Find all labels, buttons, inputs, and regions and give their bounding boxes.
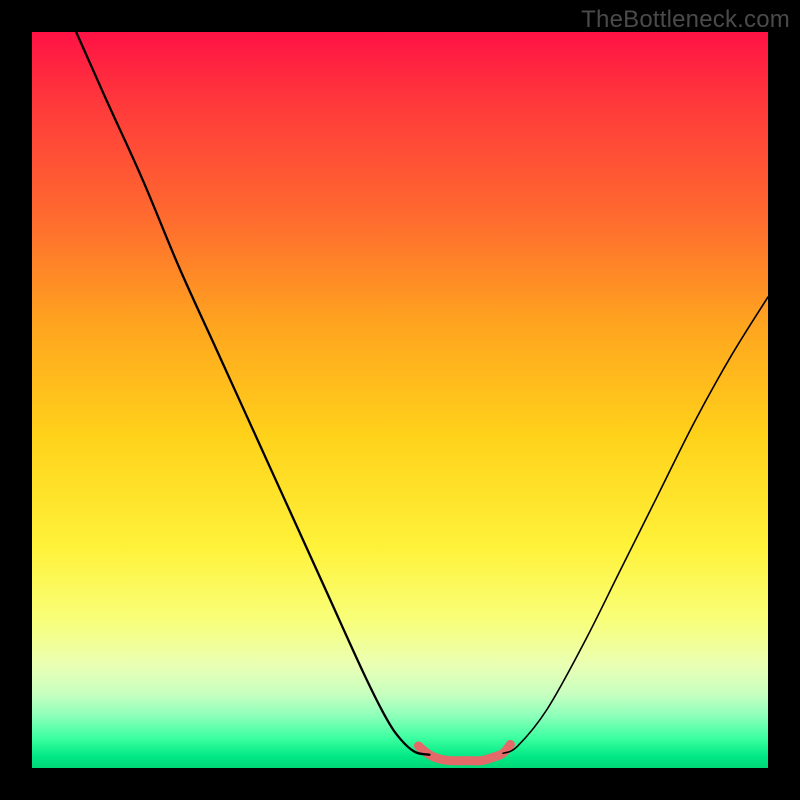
left-curve-path — [76, 32, 429, 755]
plot-area — [32, 32, 768, 768]
curves-svg — [32, 32, 768, 768]
valley-highlight-path — [418, 744, 510, 760]
right-curve-path — [503, 297, 768, 753]
chart-frame: TheBottleneck.com — [0, 0, 800, 800]
watermark-text: TheBottleneck.com — [581, 6, 790, 34]
